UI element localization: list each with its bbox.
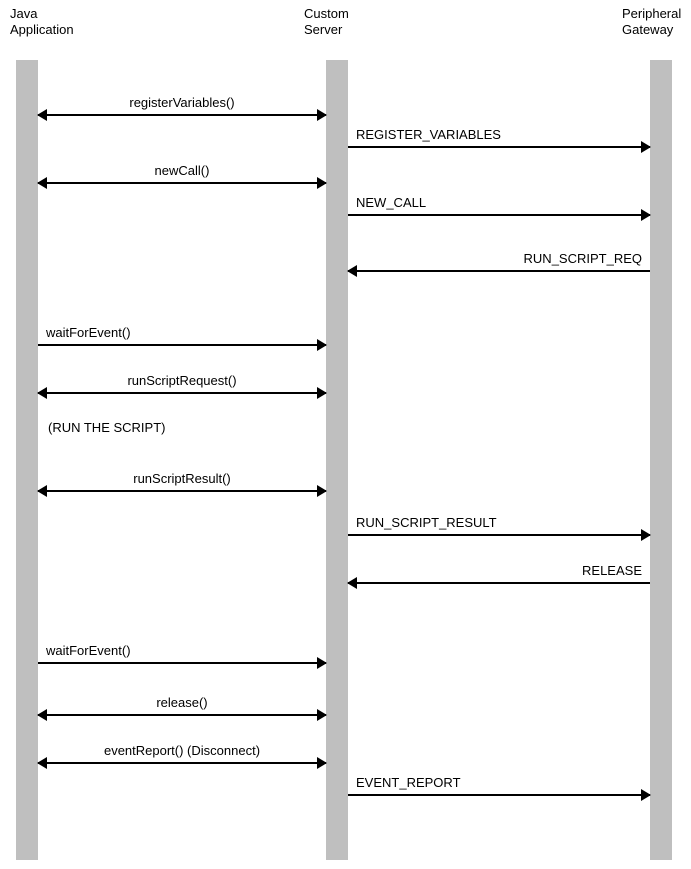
line-icon [38, 490, 326, 492]
arrow-left-icon [347, 577, 357, 589]
msg-new-call: newCall() [38, 160, 326, 184]
arrow-right-icon [641, 141, 651, 153]
msg-wait-for-event-1: waitForEvent() [38, 322, 326, 346]
line-icon [38, 392, 326, 394]
arrow-right-icon [641, 529, 651, 541]
arrow-right-icon [317, 387, 327, 399]
line-icon [38, 114, 326, 116]
msg-release-req: RELEASE [348, 560, 650, 584]
line-icon [38, 662, 326, 664]
msg-event-report-req: EVENT_REPORT [348, 772, 650, 796]
actor-custom-label: Custom Server [304, 6, 349, 39]
msg-label: RELEASE [348, 563, 642, 578]
msg-new-call-req: NEW_CALL [348, 192, 650, 216]
msg-run-script-result-req: RUN_SCRIPT_RESULT [348, 512, 650, 536]
lifeline-custom [326, 60, 348, 860]
arrow-left-icon [37, 387, 47, 399]
msg-label: REGISTER_VARIABLES [356, 127, 650, 142]
msg-label: runScriptResult() [38, 471, 326, 486]
line-icon [348, 146, 650, 148]
msg-label: release() [38, 695, 326, 710]
msg-run-script-result: runScriptResult() [38, 468, 326, 492]
arrow-left-icon [37, 177, 47, 189]
line-icon [38, 714, 326, 716]
line-icon [38, 344, 326, 346]
msg-run-script-req: RUN_SCRIPT_REQ [348, 248, 650, 272]
msg-label: newCall() [38, 163, 326, 178]
line-icon [348, 534, 650, 536]
msg-label: waitForEvent() [46, 325, 326, 340]
msg-label: NEW_CALL [356, 195, 650, 210]
msg-run-script-request: runScriptRequest() [38, 370, 326, 394]
line-icon [38, 762, 326, 764]
arrow-right-icon [641, 789, 651, 801]
line-icon [348, 582, 650, 584]
msg-wait-for-event-2: waitForEvent() [38, 640, 326, 664]
arrow-left-icon [37, 757, 47, 769]
arrow-right-icon [317, 709, 327, 721]
msg-release: release() [38, 692, 326, 716]
msg-label: waitForEvent() [46, 643, 326, 658]
msg-label: eventReport() (Disconnect) [38, 743, 326, 758]
msg-register-variables-req: REGISTER_VARIABLES [348, 124, 650, 148]
arrow-left-icon [37, 485, 47, 497]
msg-label: registerVariables() [38, 95, 326, 110]
arrow-left-icon [37, 109, 47, 121]
arrow-right-icon [317, 177, 327, 189]
msg-label: runScriptRequest() [38, 373, 326, 388]
arrow-right-icon [317, 757, 327, 769]
arrow-right-icon [317, 657, 327, 669]
actor-java-label: Java Application [10, 6, 74, 39]
msg-register-variables: registerVariables() [38, 92, 326, 116]
line-icon [348, 794, 650, 796]
lifeline-java [16, 60, 38, 860]
msg-label: EVENT_REPORT [356, 775, 650, 790]
lifeline-peripheral [650, 60, 672, 860]
arrow-right-icon [317, 485, 327, 497]
note-run-the-script: (RUN THE SCRIPT) [48, 420, 165, 435]
line-icon [348, 214, 650, 216]
arrow-right-icon [641, 209, 651, 221]
msg-label: RUN_SCRIPT_RESULT [356, 515, 650, 530]
arrow-right-icon [317, 339, 327, 351]
arrow-left-icon [347, 265, 357, 277]
line-icon [38, 182, 326, 184]
msg-label: RUN_SCRIPT_REQ [348, 251, 642, 266]
arrow-right-icon [317, 109, 327, 121]
actor-peripheral-label: Peripheral Gateway [622, 6, 681, 39]
msg-event-report: eventReport() (Disconnect) [38, 740, 326, 764]
arrow-left-icon [37, 709, 47, 721]
line-icon [348, 270, 650, 272]
